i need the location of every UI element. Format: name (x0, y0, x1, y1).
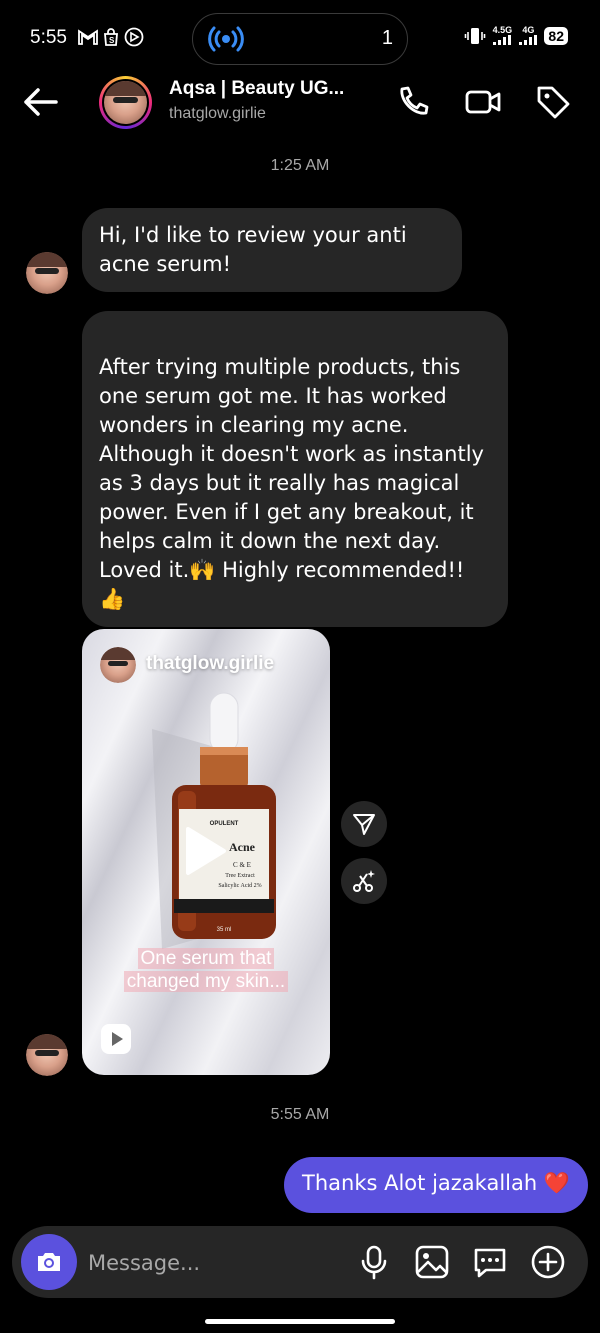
notification-icons: S (78, 27, 144, 47)
microphone-icon[interactable] (356, 1244, 392, 1280)
sticker-chat-icon[interactable] (472, 1244, 508, 1280)
contact-avatar[interactable] (99, 76, 152, 129)
incoming-message[interactable]: Hi, I'd like to review your anti acne se… (82, 208, 462, 292)
bottle-volume: 35 ml (217, 927, 232, 933)
bottle-line-1: C & E (233, 861, 251, 869)
signal-bars-icon (519, 35, 538, 45)
camera-icon (38, 1253, 60, 1271)
island-count: 1 (381, 27, 393, 49)
profile-photo (104, 81, 147, 124)
message-text: After trying multiple products, this one… (99, 355, 484, 611)
status-time: 5:55 (30, 27, 67, 48)
remix-button[interactable] (341, 858, 387, 904)
home-indicator[interactable] (205, 1319, 395, 1324)
video-icon[interactable] (464, 83, 502, 121)
hotspot-icon (208, 26, 244, 52)
gmail-icon (78, 29, 98, 45)
shopping-bag-icon: S (104, 28, 118, 46)
signal-1: 4.5G (492, 26, 512, 45)
incoming-message[interactable]: After trying multiple products, this one… (82, 311, 508, 627)
svg-text:S: S (109, 36, 115, 45)
battery-level: 82 (544, 26, 568, 45)
camera-button[interactable] (21, 1234, 77, 1290)
message-composer (12, 1226, 588, 1298)
gallery-icon[interactable] (414, 1244, 450, 1280)
timestamp: 1:25 AM (270, 157, 330, 174)
tag-icon[interactable] (534, 83, 572, 121)
signal-2: 4G (518, 26, 538, 45)
sender-avatar[interactable] (26, 1034, 68, 1076)
chat-header: Aqsa | Beauty UG... thatglow.girlie (0, 74, 600, 130)
message-text: Hi, I'd like to review your anti acne se… (99, 223, 407, 276)
bottle-line-3: Salicylic Acid 2% (218, 883, 261, 889)
reels-icon (101, 1024, 131, 1054)
contact-username[interactable]: thatglow.girlie (169, 105, 266, 123)
sender-avatar[interactable] (26, 252, 68, 294)
play-icon[interactable] (182, 825, 228, 877)
outgoing-message[interactable]: Thanks Alot jazakallah ❤️ (284, 1157, 588, 1213)
send-icon (353, 814, 375, 835)
message-text: Thanks Alot jazakallah ❤️ (302, 1171, 570, 1195)
caption-line: One serum that (137, 948, 275, 969)
navigation-icon (124, 27, 144, 47)
message-input[interactable] (88, 1248, 328, 1278)
dynamic-island[interactable]: 1 (192, 13, 408, 65)
caption-line: changed my skin... (123, 971, 289, 992)
status-right-icons: 4.5G 4G 82 (464, 26, 568, 45)
contact-name[interactable]: Aqsa | Beauty UG... (169, 78, 344, 100)
back-arrow-icon[interactable] (22, 84, 60, 120)
shared-reel[interactable]: OPULENT Acne C & E Tree Extract Salicyli… (82, 629, 330, 1075)
timestamp: 5:55 AM (270, 1106, 330, 1123)
phone-icon[interactable] (394, 83, 432, 121)
signal-bars-icon (493, 35, 512, 45)
post-author-avatar[interactable] (100, 647, 136, 683)
reel-caption: One serum that changed my skin... (106, 947, 306, 993)
bottle-line-2: Tree Extract (225, 873, 255, 879)
vibrate-icon (465, 27, 486, 44)
share-button[interactable] (341, 801, 387, 847)
add-icon[interactable] (530, 1244, 566, 1280)
post-author-username[interactable]: thatglow.girlie (146, 653, 274, 675)
bottle-label: Acne (229, 840, 256, 854)
ai-edit-icon (353, 870, 375, 892)
status-bar: 5:55 S 1 4.5G 4G 82 (0, 0, 600, 78)
